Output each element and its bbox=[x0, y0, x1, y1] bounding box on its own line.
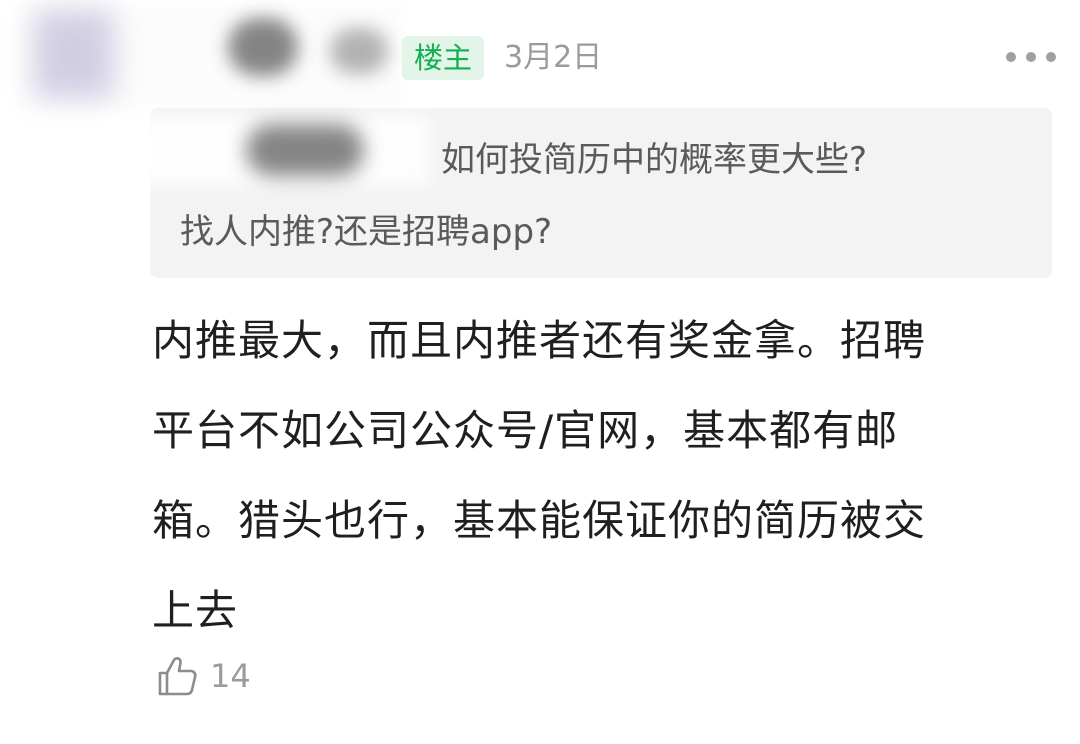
reply-body: 内推最大，而且内推者还有奖金拿。招聘 平台不如公司公众号/官网，基本都有邮 箱。… bbox=[152, 296, 1032, 656]
thumbs-up-icon bbox=[158, 657, 197, 696]
avatar[interactable] bbox=[34, 10, 114, 98]
quoted-text-line-1: 如何投简历中的概率更大些? bbox=[441, 140, 868, 180]
reply-line: 内推最大，而且内推者还有奖金拿。招聘 bbox=[152, 316, 927, 365]
reply-line: 箱。猎头也行，基本能保证你的简历被交 bbox=[152, 496, 927, 545]
post-date: 3月2日 bbox=[504, 40, 603, 75]
quoted-username-blurred-part bbox=[246, 124, 364, 176]
like-count: 14 bbox=[210, 657, 251, 695]
reply-line: 平台不如公司公众号/官网，基本都有邮 bbox=[152, 406, 899, 455]
like-button[interactable]: 14 bbox=[156, 654, 251, 698]
reply-line: 上去 bbox=[152, 586, 239, 635]
username-blurred-part bbox=[330, 28, 388, 74]
username-blurred[interactable] bbox=[228, 18, 298, 76]
quoted-text-line-2: 找人内推?还是招聘app? bbox=[180, 212, 553, 252]
more-options-icon[interactable] bbox=[1006, 46, 1056, 68]
owner-badge: 楼主 bbox=[402, 36, 485, 80]
